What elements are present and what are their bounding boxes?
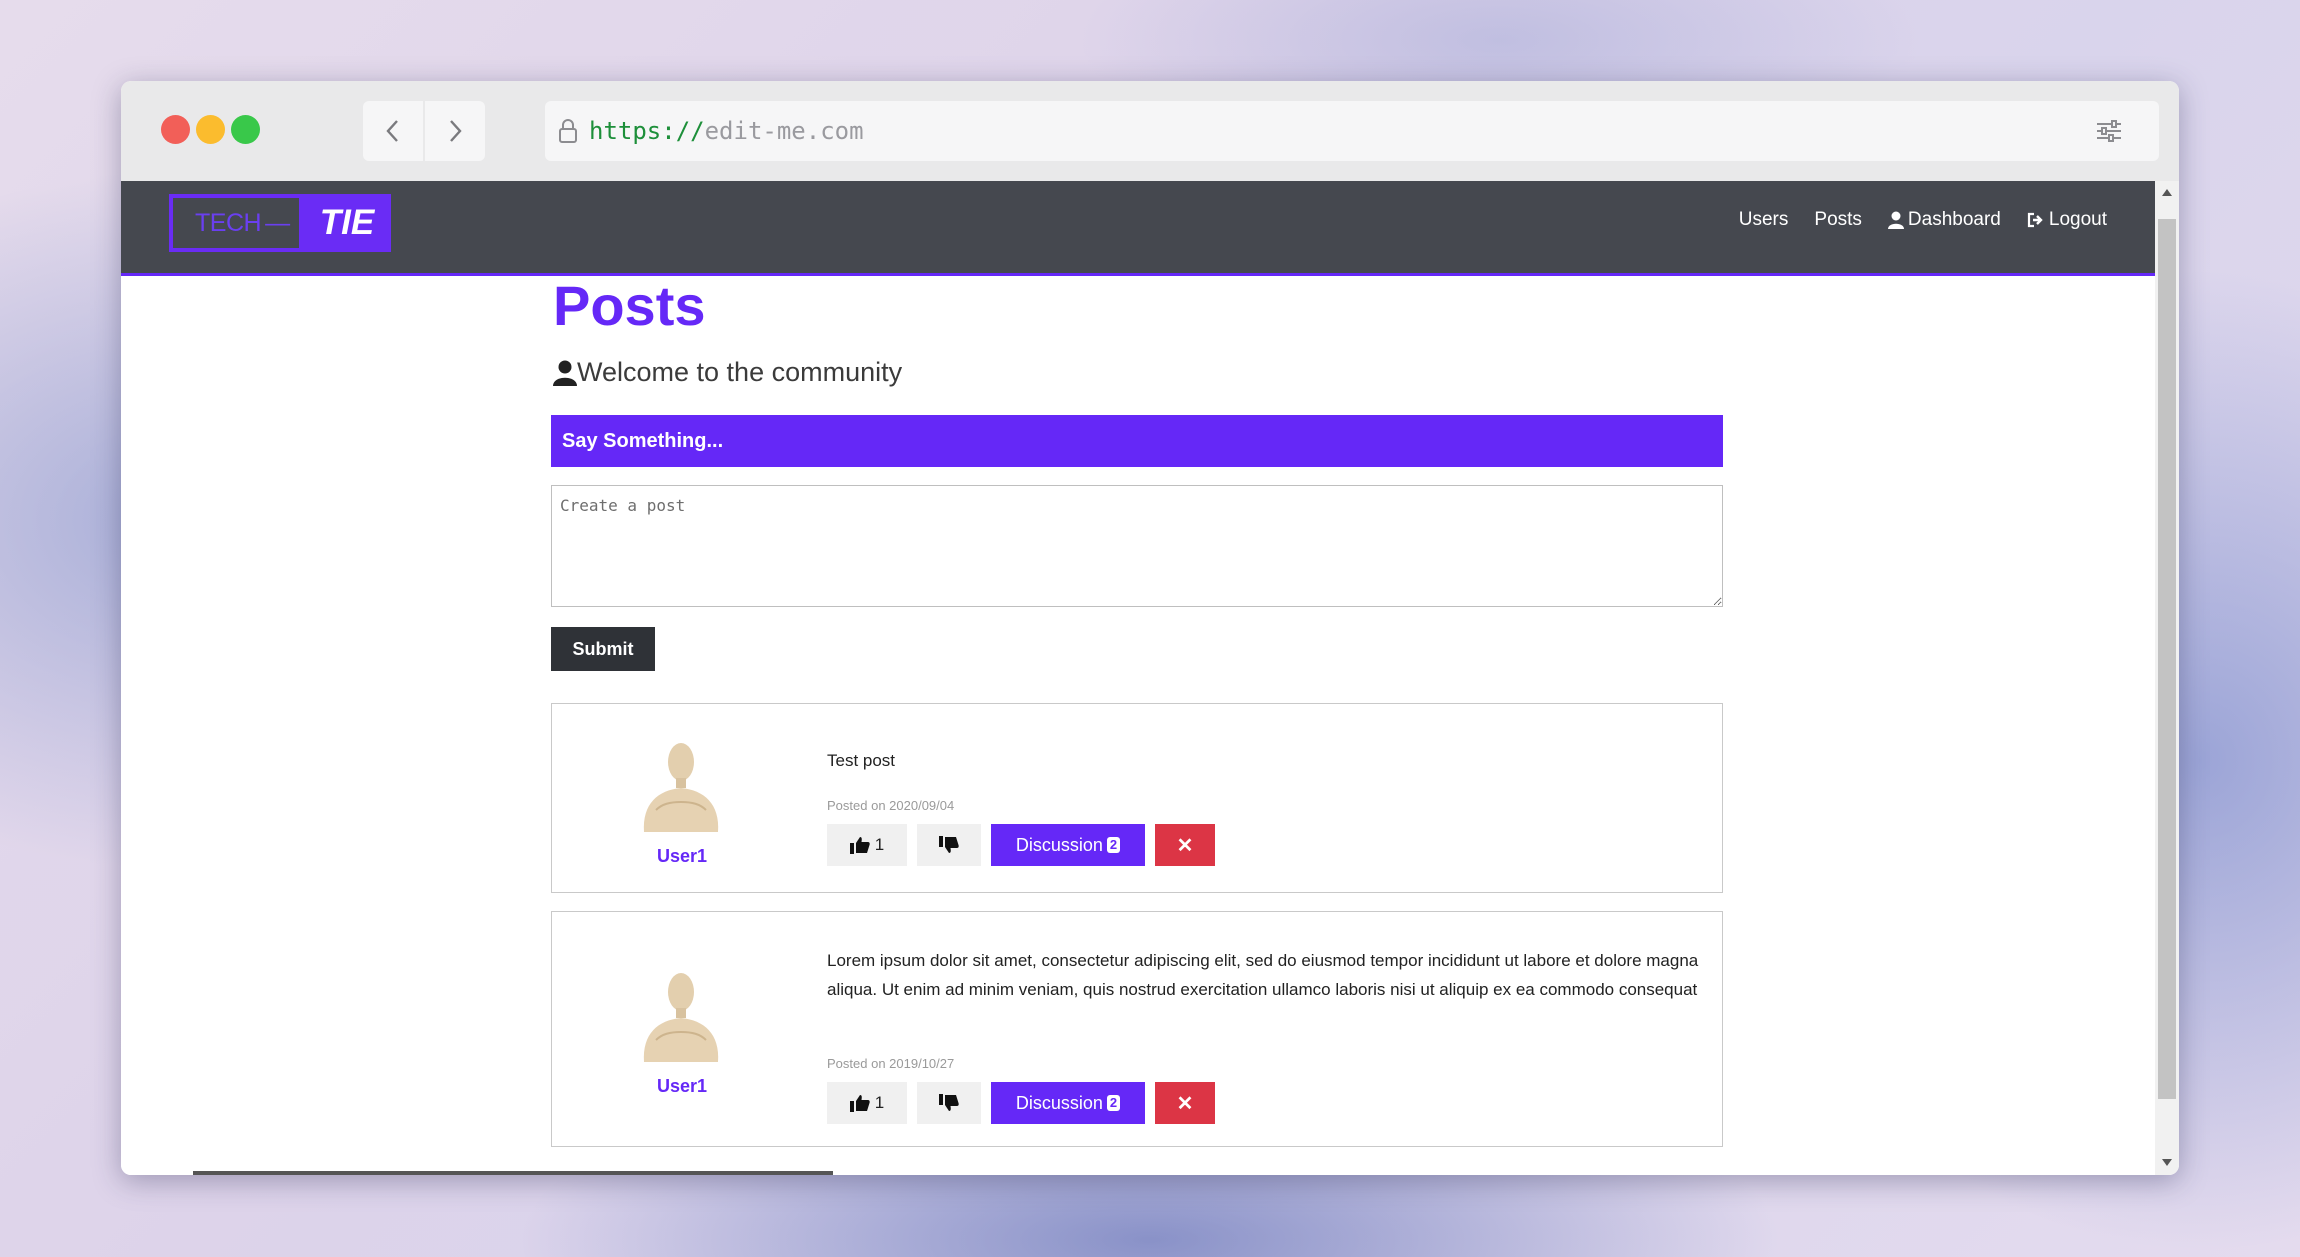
post-text: Test post <box>827 751 896 770</box>
site-navbar: TECH — TIE Users Posts Dashboard Logout <box>121 181 2155 276</box>
discussion-label: Discussion <box>1015 1092 1103 1113</box>
nav-dashboard-link[interactable]: Dashboard <box>1887 209 2001 231</box>
nav-users-label: Users <box>1738 209 1789 230</box>
page-title: Posts <box>553 274 706 337</box>
post-date: Posted on 2020/09/04 <box>827 798 955 813</box>
scrollbar-thumb[interactable] <box>2158 219 2176 1099</box>
thumbs-up-icon <box>849 1095 870 1112</box>
sign-out-icon <box>2027 212 2043 228</box>
like-count: 1 <box>874 835 885 854</box>
scroll-up-arrow-icon[interactable] <box>2162 189 2172 196</box>
user-avatar <box>643 973 719 1062</box>
delete-post-button[interactable]: ✕ <box>1155 824 1215 866</box>
like-count: 1 <box>874 1093 885 1112</box>
create-post-input[interactable] <box>551 485 1723 607</box>
url-text: https://edit-me.com <box>589 117 864 145</box>
user-icon <box>553 360 577 386</box>
address-bar[interactable]: https://edit-me.com <box>545 101 2159 161</box>
post-text: Lorem ipsum dolor sit amet, consectetur … <box>827 951 1699 999</box>
post-username[interactable]: User1 <box>612 1076 752 1097</box>
nav-users-link[interactable]: Users <box>1739 209 1789 231</box>
post-date: Posted on 2019/10/27 <box>827 1056 955 1071</box>
scroll-down-arrow-icon[interactable] <box>2162 1159 2172 1166</box>
like-button[interactable]: 1 <box>827 824 907 866</box>
nav-logout-link[interactable]: Logout <box>2027 209 2107 231</box>
post-actions: 1 Discussion 2 ✕ <box>827 1082 1215 1124</box>
say-something-header: Say Something... <box>551 415 1723 467</box>
post-card: User1 Test post Posted on 2020/09/04 1 D… <box>551 703 1723 893</box>
page-viewport: TECH — TIE Users Posts Dashboard Logout P… <box>121 181 2155 1175</box>
settings-button[interactable] <box>2079 101 2139 161</box>
chevron-left-icon <box>386 120 398 142</box>
discussion-button[interactable]: Discussion 2 <box>991 1082 1145 1124</box>
thumbs-down-icon <box>939 836 959 853</box>
horizontal-scroll-thumb[interactable] <box>193 1171 833 1175</box>
post-actions: 1 Discussion 2 ✕ <box>827 824 1215 866</box>
post-card: User1 Lorem ipsum dolor sit amet, consec… <box>551 911 1723 1147</box>
user-icon <box>1887 211 1904 229</box>
browser-toolbar: https://edit-me.com <box>121 81 2179 182</box>
delete-post-button[interactable]: ✕ <box>1155 1082 1215 1124</box>
discussion-button[interactable]: Discussion 2 <box>991 824 1145 866</box>
url-scheme: https:// <box>589 117 705 145</box>
vertical-scrollbar[interactable] <box>2155 181 2179 1175</box>
discussion-label: Discussion <box>1015 834 1103 855</box>
site-logo[interactable]: TECH — TIE <box>169 194 391 252</box>
welcome-text: Welcome to the community <box>577 357 903 387</box>
user-avatar <box>643 743 719 832</box>
url-host: edit-me.com <box>704 117 864 145</box>
chevron-right-icon <box>450 120 462 142</box>
nav-posts-link[interactable]: Posts <box>1814 209 1862 231</box>
browser-window: https://edit-me.com TECH — TIE Users Post… <box>121 81 2179 1175</box>
dislike-button[interactable] <box>917 1082 981 1124</box>
discussion-count-badge: 2 <box>1106 837 1121 853</box>
logo-left-part: TECH — <box>169 194 303 252</box>
back-button[interactable] <box>363 101 423 161</box>
lock-icon <box>557 118 579 144</box>
minimize-window-button[interactable] <box>196 115 225 144</box>
close-window-button[interactable] <box>161 115 190 144</box>
submit-button[interactable]: Submit <box>551 627 655 671</box>
like-button[interactable]: 1 <box>827 1082 907 1124</box>
dislike-button[interactable] <box>917 824 981 866</box>
thumbs-up-icon <box>849 837 870 854</box>
nav-links: Users Posts Dashboard Logout <box>1739 209 2107 231</box>
sliders-icon <box>2097 120 2121 142</box>
logo-dash: — <box>265 208 290 237</box>
nav-dashboard-label: Dashboard <box>1907 209 2001 230</box>
forward-button[interactable] <box>425 101 485 161</box>
nav-posts-label: Posts <box>1814 209 1862 230</box>
logo-tech-text: TECH <box>195 208 262 237</box>
thumbs-down-icon <box>939 1094 959 1111</box>
discussion-count-badge: 2 <box>1106 1095 1121 1111</box>
maximize-window-button[interactable] <box>231 115 260 144</box>
welcome-message: Welcome to the community <box>553 357 902 388</box>
post-username[interactable]: User1 <box>612 846 752 867</box>
logo-right-part: TIE <box>303 194 391 252</box>
nav-logout-label: Logout <box>2048 209 2107 230</box>
